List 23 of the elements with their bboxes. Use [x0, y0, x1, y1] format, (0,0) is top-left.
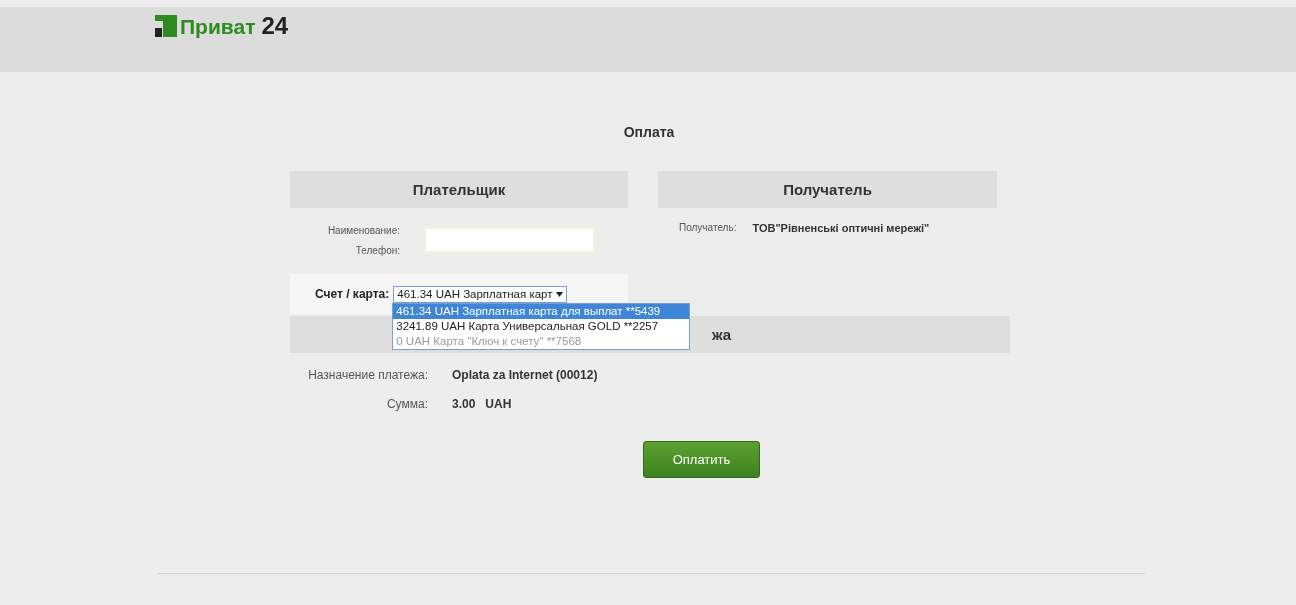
field-label: Счет / карта: — [315, 287, 390, 301]
logo-word: Приват — [180, 16, 256, 37]
field-value: 3.00 — [452, 397, 476, 411]
field-label: Телефон: — [355, 245, 400, 256]
dropdown-option[interactable]: 3241.89 UAH Карта Универсальная GOLD **2257 — [393, 318, 690, 334]
field-label: Сумма: — [385, 397, 428, 411]
field-label: Наименование: — [327, 225, 400, 236]
section-header: Плательщик — [290, 171, 628, 208]
logo-number: 24 — [261, 14, 289, 37]
caret-icon — [556, 291, 564, 297]
input-field[interactable] — [423, 226, 596, 254]
field-value: Oplata za Internet (00012) — [452, 368, 598, 382]
pay-button[interactable]: Оплатить — [643, 441, 760, 478]
page-title: Оплата — [622, 124, 676, 142]
section-header: Получатель — [658, 171, 997, 208]
field-label: Получатель: — [679, 222, 737, 234]
logo[interactable]: Приват 24 — [155, 14, 289, 37]
dropdown-option[interactable]: 461.34 UAH Зарплатная карта для выплат **5439 — [393, 303, 690, 319]
currency-label: UAH — [485, 397, 512, 411]
field-value: ТОВ"Рівненські оптичні мережі" — [752, 222, 930, 234]
logo-icon — [155, 14, 177, 37]
field-label: Назначение платежа: — [307, 368, 428, 382]
account-select[interactable]: 461.34 UAH Зарплатная карт — [393, 285, 568, 303]
